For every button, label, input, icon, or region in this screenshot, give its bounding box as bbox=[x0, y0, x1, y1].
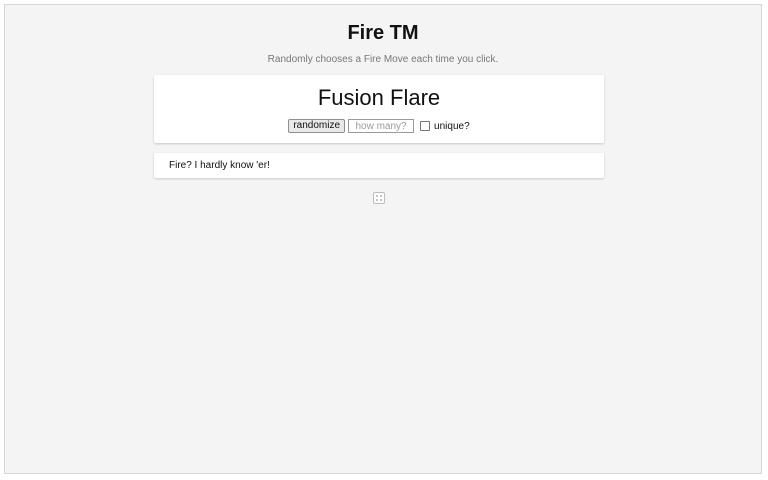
controls-bar: randomize unique? bbox=[154, 119, 604, 133]
page-title: Fire TM bbox=[347, 22, 419, 44]
dice-pip bbox=[376, 195, 378, 197]
dice-pip bbox=[380, 199, 382, 201]
info-card: Fire? I hardly know 'er! bbox=[154, 153, 604, 178]
random-result: Fusion Flare bbox=[317, 85, 441, 110]
unique-checkbox[interactable] bbox=[420, 121, 431, 131]
result-card: Fusion Flare randomize unique? bbox=[154, 75, 604, 143]
dice-pip bbox=[380, 195, 382, 197]
count-input[interactable] bbox=[348, 119, 415, 133]
randomize-button[interactable]: randomize bbox=[288, 119, 346, 133]
unique-label: unique? bbox=[434, 120, 470, 132]
dice-pip bbox=[376, 199, 378, 201]
page-subtitle: Randomly chooses a Fire Move each time y… bbox=[267, 54, 499, 65]
dice-icon[interactable] bbox=[373, 192, 385, 204]
info-text: Fire? I hardly know 'er! bbox=[169, 160, 270, 171]
